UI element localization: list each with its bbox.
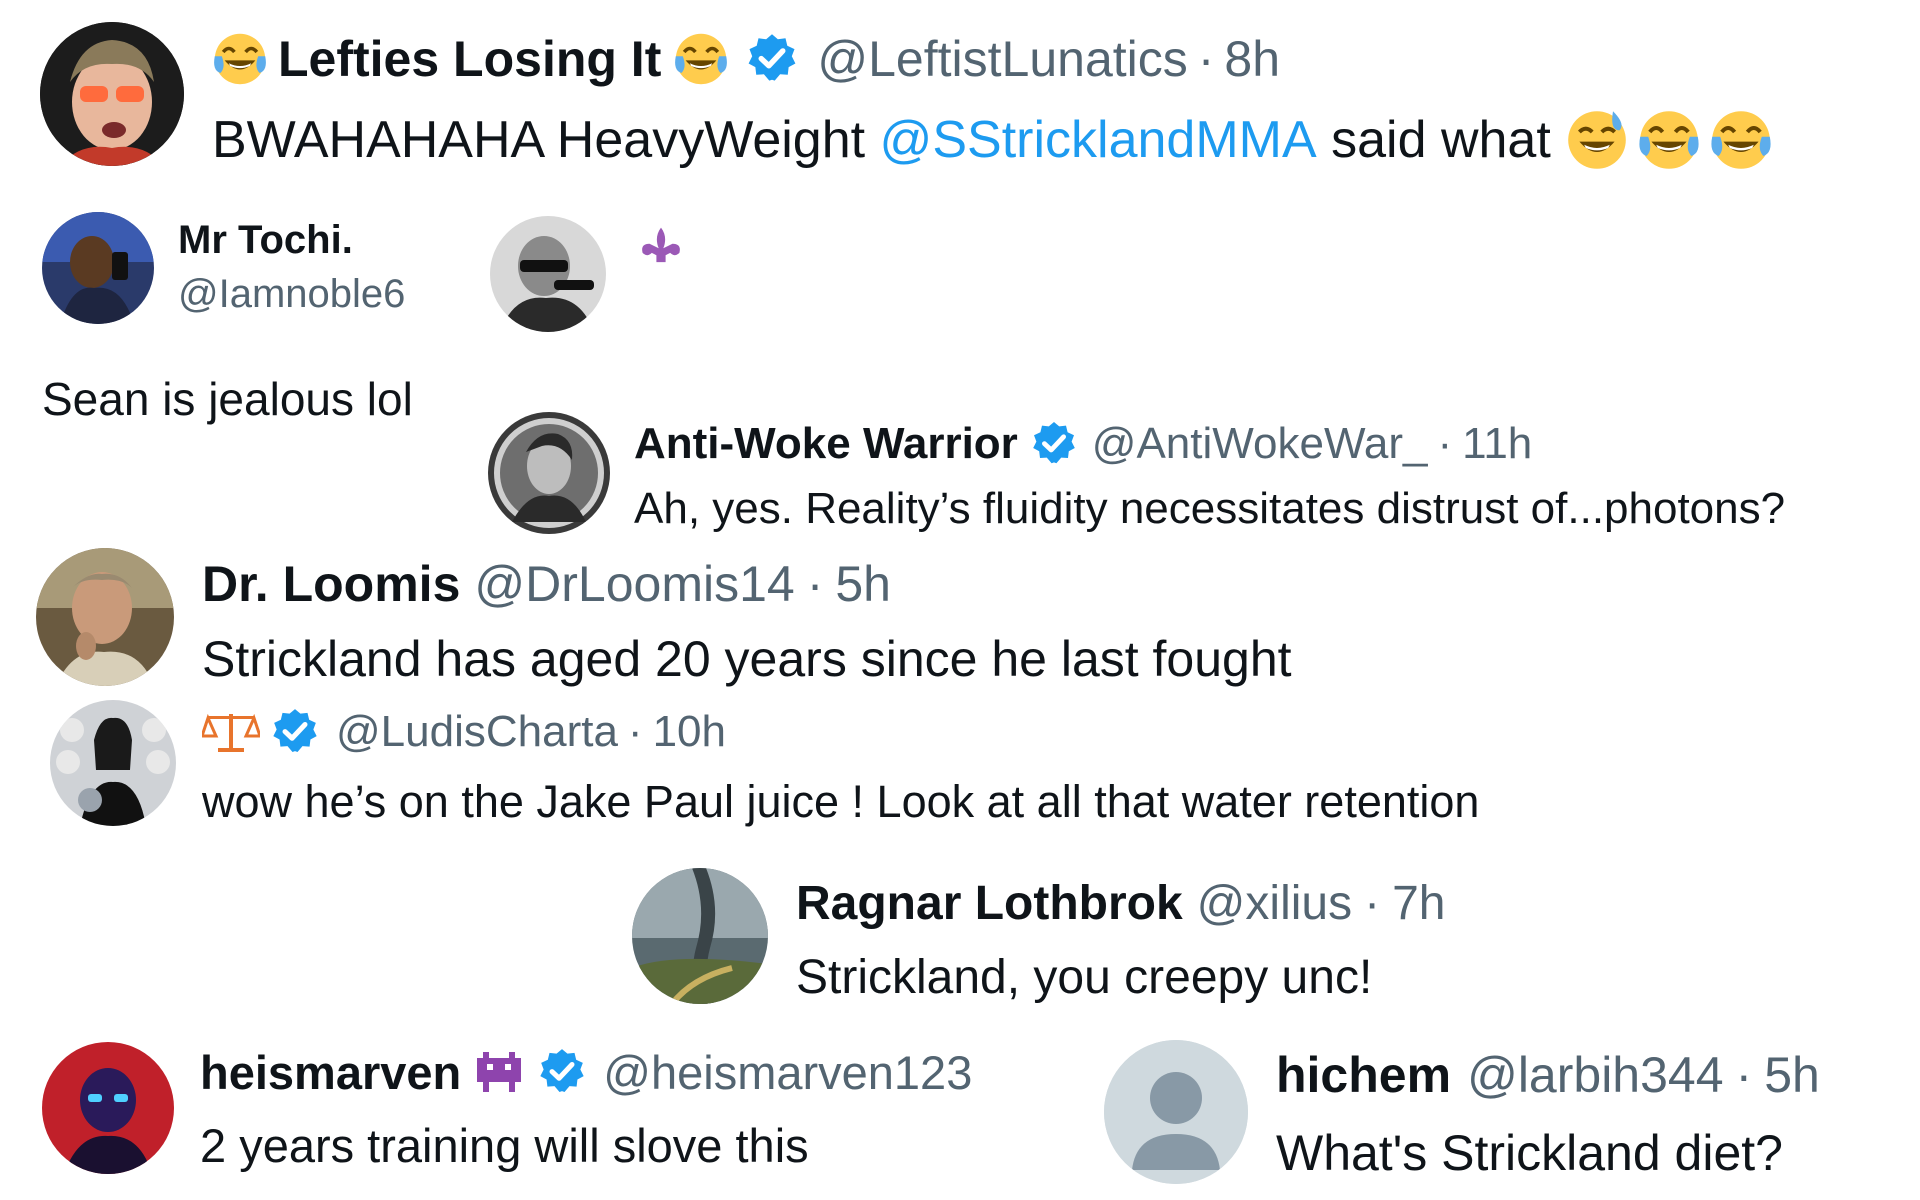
face-with-tears-of-joy-icon — [212, 31, 268, 87]
post-text-end: said what — [1316, 111, 1551, 169]
face-with-tears-of-joy-icon — [1637, 108, 1701, 172]
verified-badge-icon[interactable] — [270, 707, 320, 757]
post-text: What's Strickland diet? — [1276, 1125, 1783, 1181]
avatar[interactable] — [36, 548, 174, 686]
avatar-placeholder[interactable] — [1104, 1040, 1248, 1184]
verified-badge-icon[interactable] — [537, 1047, 587, 1097]
grinning-face-with-sweat-icon — [1565, 108, 1629, 172]
author-name[interactable]: Ragnar Lothbrok — [796, 876, 1183, 931]
post-text: Sean is jealous lol — [42, 373, 413, 425]
separator: · — [627, 707, 643, 756]
post-text: BWAHAHAHA HeavyWeight — [212, 111, 880, 169]
author-handle[interactable]: @DrLoomis14 — [474, 555, 794, 613]
face-with-tears-of-joy-icon — [1709, 108, 1773, 172]
timestamp[interactable]: 10h — [653, 707, 726, 757]
post-text: Strickland has aged 20 years since he la… — [202, 631, 1292, 687]
avatar[interactable] — [632, 868, 768, 1004]
space-invader-icon — [473, 1048, 525, 1096]
author-name[interactable]: Mr Tochi. — [178, 218, 353, 263]
separator: · — [1735, 1047, 1753, 1103]
separator: · — [1437, 419, 1453, 468]
verified-badge-icon[interactable] — [1030, 420, 1078, 468]
author-name[interactable]: heismarven — [200, 1045, 461, 1100]
mention-link[interactable]: @SStricklandMMA — [880, 110, 1317, 170]
timestamp[interactable]: 8h — [1224, 30, 1280, 88]
separator: · — [806, 556, 824, 612]
post-text: Ah, yes. Reality’s fluidity necessitates… — [634, 484, 1786, 533]
avatar[interactable] — [490, 216, 606, 332]
timestamp[interactable]: 11h — [1462, 419, 1532, 469]
author-handle[interactable]: @Iamnoble6 — [178, 272, 405, 317]
post-text: 2 years training will slove this — [200, 1119, 809, 1172]
timestamp[interactable]: 5h — [835, 555, 891, 613]
author-name[interactable]: hichem — [1276, 1046, 1451, 1104]
post-text: Strickland, you creepy unc! — [796, 951, 1373, 1004]
author-handle[interactable]: @larbih344 — [1467, 1046, 1723, 1104]
avatar[interactable] — [50, 700, 176, 826]
separator: · — [1197, 31, 1215, 87]
post-text: wow he’s on the Jake Paul juice ! Look a… — [202, 776, 1480, 827]
timestamp[interactable]: 7h — [1392, 876, 1445, 931]
author-handle[interactable]: @AntiWokeWar_ — [1092, 419, 1428, 469]
avatar[interactable] — [42, 1042, 174, 1174]
balance-scale-icon — [202, 710, 260, 754]
avatar[interactable] — [488, 412, 610, 534]
author-name[interactable]: Lefties Losing It — [278, 30, 661, 88]
author-handle[interactable]: @LudisCharta — [336, 707, 618, 757]
avatar[interactable] — [42, 212, 154, 324]
author-name[interactable]: Dr. Loomis — [202, 555, 460, 613]
fleur-de-lis-icon — [638, 223, 684, 269]
author-name[interactable]: Anti-Woke Warrior — [634, 419, 1018, 469]
separator: · — [1364, 876, 1381, 930]
author-handle[interactable]: @LeftistLunatics — [817, 30, 1187, 88]
avatar[interactable] — [40, 22, 184, 166]
author-handle[interactable]: @heismarven123 — [603, 1045, 972, 1100]
verified-badge-icon[interactable] — [745, 32, 799, 86]
author-handle[interactable]: @xilius — [1197, 876, 1352, 931]
face-with-tears-of-joy-icon — [673, 31, 729, 87]
timestamp[interactable]: 5h — [1764, 1046, 1820, 1104]
